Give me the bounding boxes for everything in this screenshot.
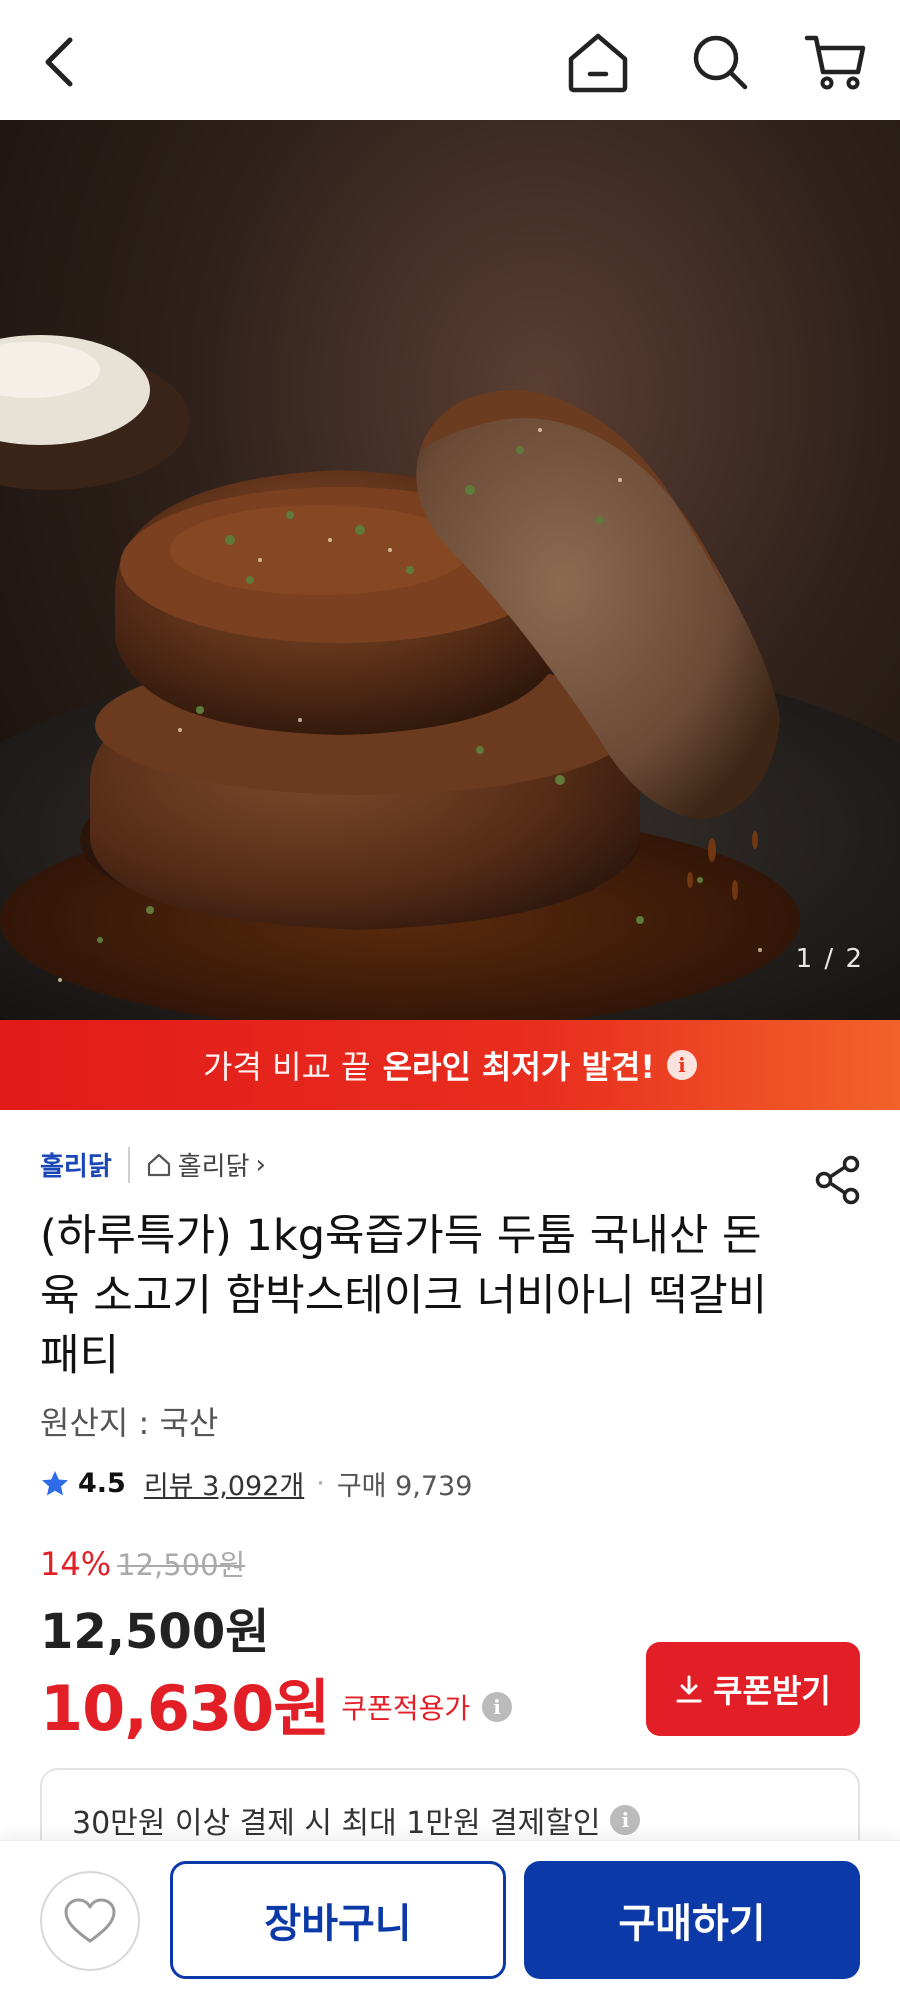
wishlist-button[interactable] [40, 1871, 140, 1971]
coupon-price-label: 쿠폰적용가 [341, 1692, 471, 1725]
heart-icon [64, 1898, 116, 1943]
rating-score: 4.5 [78, 1468, 126, 1499]
hamburg-steak-illustration [0, 335, 900, 1020]
sale-price: 12,500원 [40, 1604, 270, 1660]
banner-text-light: 가격 비교 끝 [203, 1048, 371, 1086]
back-button[interactable] [20, 22, 100, 102]
lowest-price-banner[interactable]: 가격 비교 끝 온라인 최저가 발견! i [0, 1020, 900, 1110]
cart-nav-button[interactable] [796, 22, 876, 102]
brand-divider [127, 1146, 130, 1183]
search-button[interactable] [680, 22, 760, 102]
top-navigation-bar [0, 0, 900, 120]
discount-percent: 14% [40, 1545, 112, 1583]
payment-benefit-text: 30만원 이상 결제 시 최대 1만원 결제할인 [72, 1806, 601, 1841]
share-icon [815, 1155, 860, 1205]
dot-separator: · [316, 1468, 325, 1499]
home-icon [568, 33, 628, 93]
purchase-count: 구매 9,739 [336, 1471, 473, 1502]
info-icon[interactable]: i [482, 1692, 513, 1722]
share-button[interactable] [810, 1152, 866, 1208]
home-button[interactable] [558, 22, 638, 102]
product-title: (하루특가) 1kg육즙가득 두툼 국내산 돈육 소고기 함박스테이크 너비아니… [40, 1211, 768, 1381]
store-home-icon [147, 1153, 170, 1176]
cart-icon [804, 35, 866, 90]
bottom-action-bar: 장바구니 구매하기 [0, 1840, 900, 2000]
search-icon [693, 35, 748, 90]
coupon-button-label: 쿠폰받기 [713, 1672, 831, 1710]
add-to-cart-button[interactable]: 장바구니 [170, 1861, 506, 1979]
chevron-right-icon: › [255, 1149, 266, 1180]
chevron-left-icon [45, 37, 73, 87]
info-icon[interactable]: i [610, 1805, 641, 1835]
original-price: 12,500원 [117, 1548, 246, 1582]
store-link[interactable]: 홀리닭 › [146, 1146, 266, 1183]
origin-info: 원산지 : 국산 [40, 1404, 219, 1442]
discount-row: 14% 12,500원 [40, 1542, 245, 1584]
review-link[interactable]: 리뷰 3,092개 [144, 1464, 304, 1503]
brand-row: 홀리닭 홀리닭 › [40, 1146, 266, 1183]
store-name: 홀리닭 [177, 1152, 250, 1182]
download-icon [676, 1675, 702, 1703]
image-counter: 1 / 2 [795, 944, 864, 974]
coupon-price-row: 10,630원 쿠폰적용가 i [40, 1658, 513, 1748]
star-icon [42, 1470, 68, 1495]
rating-row: 4.5 리뷰 3,092개 · 구매 9,739 [40, 1464, 472, 1503]
coupon-price: 10,630원 [40, 1672, 330, 1745]
info-icon[interactable]: i [666, 1050, 697, 1080]
brand-link[interactable]: 홀리닭 [40, 1146, 112, 1183]
product-image[interactable]: 1 / 2 [0, 120, 900, 1020]
banner-text-bold: 온라인 최저가 발견! [382, 1048, 655, 1086]
get-coupon-button[interactable]: 쿠폰받기 [646, 1642, 860, 1736]
buy-now-button[interactable]: 구매하기 [524, 1861, 860, 1979]
